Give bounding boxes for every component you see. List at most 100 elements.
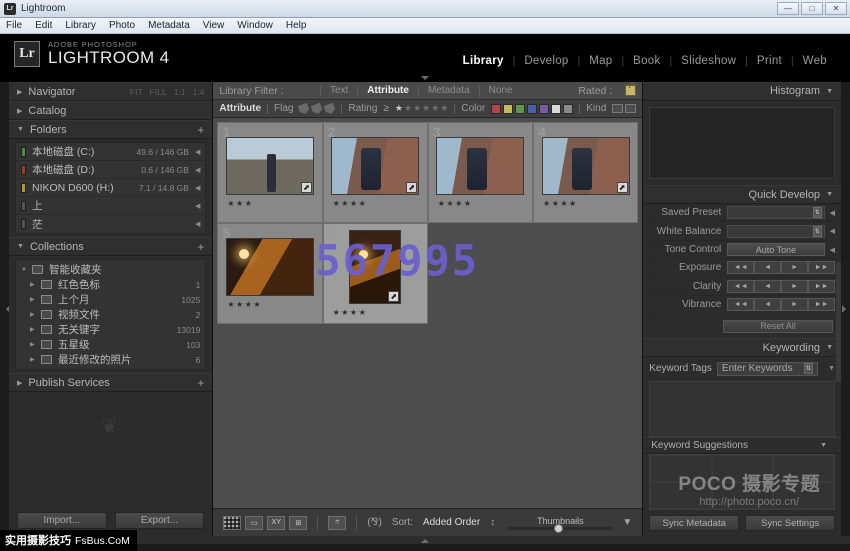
crop-badge-icon[interactable]: ⬈ xyxy=(617,182,628,193)
cell-rating[interactable]: ★★★★ xyxy=(438,199,473,208)
chevron-left-icon[interactable]: ◀ xyxy=(830,209,835,217)
left-panel-collapse-handle[interactable] xyxy=(0,82,9,536)
menu-metadata[interactable]: Metadata xyxy=(148,20,190,31)
flag-unflagged-icon[interactable] xyxy=(311,102,324,115)
slider-track[interactable] xyxy=(508,527,612,530)
rating-stars[interactable]: ★ ★ ★ ★ ★ ★ xyxy=(395,103,448,114)
grid-cell[interactable]: 5 ★★★★ xyxy=(217,223,322,324)
grid-cell-selected[interactable]: 6 ⬈ ★★★★ xyxy=(323,223,428,324)
menu-edit[interactable]: Edit xyxy=(35,20,52,31)
chevron-left-icon[interactable]: ◀ xyxy=(195,166,200,174)
chevron-left-icon[interactable]: ◀ xyxy=(195,184,200,192)
survey-view-icon[interactable]: ⊞ xyxy=(289,516,307,530)
chevron-left-icon[interactable]: ◀ xyxy=(830,246,835,254)
collection-item[interactable]: ▶ 视频文件 2 xyxy=(16,307,205,322)
chevron-down-icon[interactable]: ▼ xyxy=(828,365,835,372)
star-icon[interactable]: ★ xyxy=(431,103,439,114)
cell-rating[interactable]: ★★★★ xyxy=(333,308,368,317)
module-develop[interactable]: Develop xyxy=(515,55,577,67)
auto-tone-button[interactable]: Auto Tone xyxy=(727,243,824,256)
folder-item[interactable]: 茫 ◀ xyxy=(16,215,205,233)
exposure-stepper[interactable]: ◄◄ ◄ ► ►► xyxy=(727,261,835,274)
panel-publish-services[interactable]: ▶ Publish Services + xyxy=(9,373,212,392)
kind-virtual-copy-icon[interactable] xyxy=(625,104,636,113)
import-button[interactable]: Import... xyxy=(17,512,107,529)
collection-item[interactable]: ▶ 最近修改的照片 6 xyxy=(16,352,205,367)
zoom-1-1[interactable]: 1:1 xyxy=(174,87,186,97)
color-swatch-white[interactable] xyxy=(551,104,561,114)
exposure-decrease-large[interactable]: ◄◄ xyxy=(727,261,754,274)
folder-item[interactable]: 本地磁盘 (D:) 0.6 / 146 GB ◀ xyxy=(16,161,205,179)
compare-view-icon[interactable]: XY xyxy=(267,516,285,530)
folder-item[interactable]: 本地磁盘 (C:) 49.6 / 146 GB ◀ xyxy=(16,143,205,161)
cell-rating[interactable]: ★★★★ xyxy=(333,199,368,208)
add-publish-service-icon[interactable]: + xyxy=(197,376,204,390)
color-swatch-blue[interactable] xyxy=(527,104,537,114)
crop-badge-icon[interactable]: ⬈ xyxy=(406,182,417,193)
rating-operator[interactable]: ≥ xyxy=(383,103,389,114)
filter-tab-text[interactable]: Text xyxy=(321,85,357,96)
color-swatch-red[interactable] xyxy=(491,104,501,114)
photo-thumbnail[interactable] xyxy=(436,137,524,195)
crop-badge-icon[interactable]: ⬈ xyxy=(301,182,312,193)
collection-item[interactable]: ▶ 五星级 103 xyxy=(16,337,205,352)
color-swatch-green[interactable] xyxy=(515,104,525,114)
photo-thumbnail[interactable]: ⬈ xyxy=(331,137,419,195)
keyword-tags-area[interactable] xyxy=(649,381,835,437)
histogram-display[interactable] xyxy=(649,107,835,180)
collection-group[interactable]: ▼ 智能收藏夹 xyxy=(16,262,205,277)
clarity-decrease[interactable]: ◄ xyxy=(754,280,781,293)
clarity-increase[interactable]: ► xyxy=(781,280,808,293)
suggestion-slot[interactable] xyxy=(773,482,834,509)
white-balance-dropdown[interactable]: ⇅ xyxy=(727,225,824,238)
star-icon[interactable]: ★ xyxy=(395,103,403,114)
color-swatch-yellow[interactable] xyxy=(503,104,513,114)
filter-tab-attribute[interactable]: Attribute xyxy=(358,85,418,96)
grid-cell[interactable]: 1 ⬈ ★★★ xyxy=(217,122,322,223)
module-library[interactable]: Library xyxy=(454,55,513,67)
module-book[interactable]: Book xyxy=(624,55,669,67)
flag-pick-icon[interactable] xyxy=(298,102,311,115)
panel-keywording[interactable]: Keywording ▼ xyxy=(643,338,841,357)
right-panel-collapse-handle[interactable] xyxy=(841,82,850,536)
folder-item[interactable]: NIKON D600 (H:) 7.1 / 14.8 GB ◀ xyxy=(16,179,205,197)
photo-thumbnail[interactable] xyxy=(226,238,314,296)
lock-icon[interactable] xyxy=(625,85,636,96)
suggestion-slot[interactable] xyxy=(650,455,711,482)
keyword-input[interactable]: Enter Keywords ⇅ xyxy=(717,362,818,376)
chevron-left-icon[interactable]: ◀ xyxy=(195,148,200,156)
export-button[interactable]: Export... xyxy=(115,512,205,529)
module-web[interactable]: Web xyxy=(794,55,836,67)
menu-photo[interactable]: Photo xyxy=(109,20,135,31)
chevron-left-icon[interactable]: ◀ xyxy=(830,227,835,235)
clarity-decrease-large[interactable]: ◄◄ xyxy=(727,280,754,293)
exposure-increase[interactable]: ► xyxy=(781,261,808,274)
cell-rating[interactable]: ★★★ xyxy=(227,199,253,208)
grid-cell[interactable]: 4 ⬈ ★★★★ xyxy=(533,122,638,223)
color-swatch-purple[interactable] xyxy=(539,104,549,114)
grid-cell[interactable]: 2 ⬈ ★★★★ xyxy=(323,122,428,223)
vibrance-increase[interactable]: ► xyxy=(781,298,808,311)
flag-reject-icon[interactable] xyxy=(324,102,337,115)
color-swatch-gray[interactable] xyxy=(563,104,573,114)
reset-all-button[interactable]: Reset All xyxy=(723,320,833,334)
star-icon[interactable]: ★ xyxy=(440,103,448,114)
loupe-view-icon[interactable]: ▭ xyxy=(245,516,263,530)
kind-master-photo-icon[interactable] xyxy=(612,104,623,113)
exposure-increase-large[interactable]: ►► xyxy=(808,261,835,274)
collection-item[interactable]: ▶ 上个月 1025 xyxy=(16,292,205,307)
spray-can-icon[interactable]: ⌾ xyxy=(328,516,346,530)
star-icon[interactable]: ★ xyxy=(413,103,421,114)
collection-item[interactable]: ▶ 红色色标 1 xyxy=(16,277,205,292)
grid-cell[interactable]: 3 ★★★★ xyxy=(428,122,533,223)
sync-settings-button[interactable]: Sync Settings xyxy=(745,515,835,531)
sort-az-icon[interactable]: (⅋) xyxy=(367,517,381,528)
menu-window[interactable]: Window xyxy=(237,20,273,31)
cell-rating[interactable]: ★★★★ xyxy=(543,199,578,208)
suggestion-slot[interactable] xyxy=(712,482,773,509)
star-icon[interactable]: ★ xyxy=(404,103,412,114)
clarity-increase-large[interactable]: ►► xyxy=(808,280,835,293)
close-button[interactable]: ✕ xyxy=(825,2,847,15)
suggestion-slot[interactable] xyxy=(650,482,711,509)
star-icon[interactable]: ★ xyxy=(422,103,430,114)
